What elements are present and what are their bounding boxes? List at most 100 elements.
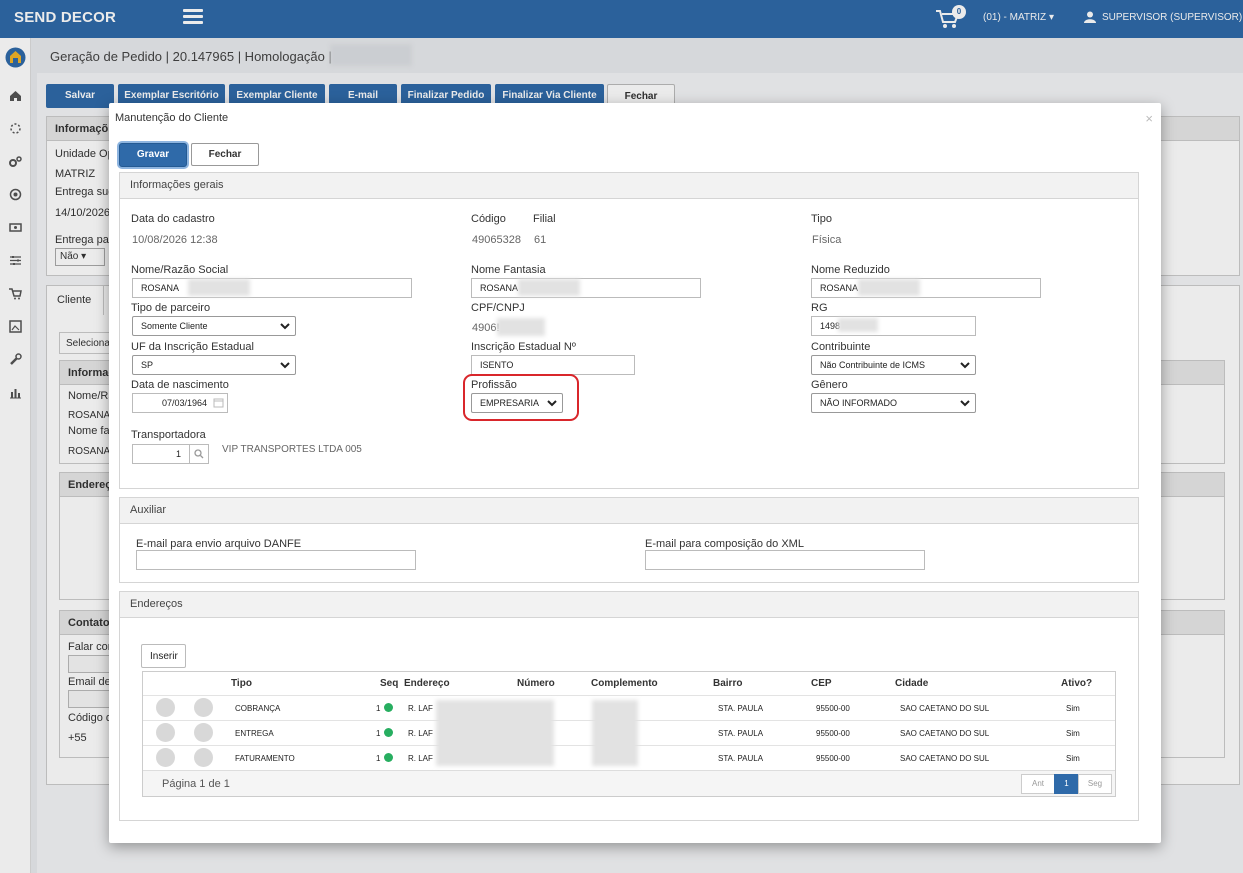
insert-address-button[interactable]: Inserir [141, 644, 186, 668]
state-registration-label: Inscrição Estadual Nº [471, 341, 576, 353]
chevron-down-icon [960, 400, 970, 407]
cell-type: ENTREGA [235, 729, 274, 738]
branch-label: Filial [533, 213, 556, 225]
column-header: Ativo? [1061, 678, 1093, 689]
column-header: Número [517, 678, 555, 689]
carrier-name: VIP TRANSPORTES LTDA 005 [222, 444, 362, 455]
redacted-block [858, 279, 920, 296]
cell-seq: 1 [376, 704, 381, 713]
danfe-email-label: E-mail para envio arquivo DANFE [136, 538, 302, 550]
cell-type: COBRANÇA [235, 704, 281, 713]
save-client-button[interactable]: Gravar [119, 143, 187, 167]
short-name-label: Nome Reduzido [811, 264, 890, 276]
branch-value: 61 [534, 234, 547, 246]
edit-icon[interactable] [156, 723, 175, 742]
cell-city: SAO CAETANO DO SUL [900, 729, 990, 738]
cpf-value: 4906! [472, 322, 500, 334]
calendar-icon[interactable] [213, 397, 224, 408]
state-registration-input[interactable]: ISENTO [471, 355, 635, 375]
profession-highlight [463, 374, 579, 421]
taxpayer-label: Contribuinte [811, 341, 871, 353]
cell-city: SAO CAETANO DO SUL [900, 704, 990, 713]
phone-icon[interactable] [194, 723, 213, 742]
cpf-label: CPF/CNPJ [471, 302, 525, 314]
column-header: Bairro [713, 678, 743, 689]
birth-date-label: Data de nascimento [131, 379, 229, 391]
redacted-block [188, 279, 250, 296]
rg-label: RG [811, 302, 828, 314]
redacted-block [838, 318, 878, 332]
redacted-block [497, 318, 545, 336]
panel-heading: Auxiliar [120, 498, 1138, 524]
carrier-search-button[interactable] [189, 444, 209, 464]
status-dot [384, 703, 393, 712]
gender-select[interactable]: NÃO INFORMADO [811, 393, 976, 413]
column-header: Complemento [591, 678, 658, 689]
modal-title: Manutenção do Cliente [115, 112, 229, 124]
cell-address: R. LAF [408, 729, 433, 738]
danfe-email-input[interactable] [136, 550, 416, 570]
chevron-down-icon [960, 362, 970, 369]
gender-label: Gênero [811, 379, 848, 391]
cell-district: STA. PAULA [718, 729, 764, 738]
edit-icon[interactable] [156, 748, 175, 767]
partner-type-label: Tipo de parceiro [131, 302, 211, 314]
xml-email-label: E-mail para composição do XML [645, 538, 804, 550]
type-value: Física [812, 234, 842, 246]
page-1-button[interactable]: 1 [1054, 774, 1079, 794]
uf-select[interactable]: SP [132, 355, 296, 375]
cell-zip: 95500-00 [816, 729, 850, 738]
close-icon[interactable]: × [1145, 111, 1153, 126]
cell-zip: 95500-00 [816, 704, 850, 713]
cell-district: STA. PAULA [718, 754, 764, 763]
column-header: Endereço [404, 678, 450, 689]
cell-active: Sim [1066, 704, 1080, 713]
chevron-down-icon [280, 323, 290, 330]
cell-address: R. LAF [408, 754, 433, 763]
type-label: Tipo [811, 213, 832, 225]
name-input[interactable]: ROSANA [132, 278, 412, 298]
table-footer [143, 770, 1115, 796]
cell-zip: 95500-00 [816, 754, 850, 763]
trade-name-label: Nome Fantasia [471, 264, 546, 276]
xml-email-input[interactable] [645, 550, 925, 570]
search-icon [194, 449, 204, 459]
prev-page-button[interactable]: Ant [1021, 774, 1055, 794]
phone-icon[interactable] [194, 698, 213, 717]
code-value: 49065328 [472, 234, 521, 246]
panel-heading: Endereços [120, 592, 1138, 618]
cell-active: Sim [1066, 729, 1080, 738]
phone-icon[interactable] [194, 748, 213, 767]
code-label: Código [471, 213, 506, 225]
status-dot [384, 753, 393, 762]
partner-type-select[interactable]: Somente Cliente [132, 316, 296, 336]
column-header: Seq [380, 678, 399, 689]
cell-seq: 1 [376, 754, 381, 763]
status-dot [384, 728, 393, 737]
uf-label: UF da Inscrição Estadual [131, 341, 254, 353]
carrier-label: Transportadora [131, 429, 206, 441]
registration-date-label: Data do cadastro [131, 213, 215, 225]
chevron-down-icon [280, 362, 290, 369]
column-header: Tipo [231, 678, 252, 689]
cell-district: STA. PAULA [718, 704, 764, 713]
trade-name-input[interactable]: ROSANA [471, 278, 701, 298]
edit-icon[interactable] [156, 698, 175, 717]
rg-input[interactable]: 1498 [811, 316, 976, 336]
short-name-input[interactable]: ROSANA [811, 278, 1041, 298]
column-header: CEP [811, 678, 832, 689]
pagination-info: Página 1 de 1 [162, 778, 230, 790]
redacted-block [518, 279, 580, 296]
registration-date-value: 10/08/2026 12:38 [132, 234, 218, 246]
close-modal-button[interactable]: Fechar [191, 143, 259, 166]
taxpayer-select[interactable]: Não Contribuinte de ICMS [811, 355, 976, 375]
next-page-button[interactable]: Seg [1078, 774, 1112, 794]
cell-active: Sim [1066, 754, 1080, 763]
carrier-code-input[interactable]: 1 [132, 444, 190, 464]
redacted-block [436, 700, 554, 766]
column-header: Cidade [895, 678, 929, 689]
cell-type: FATURAMENTO [235, 754, 295, 763]
cell-city: SAO CAETANO DO SUL [900, 754, 990, 763]
cell-seq: 1 [376, 729, 381, 738]
panel-heading: Informações gerais [120, 173, 1138, 199]
